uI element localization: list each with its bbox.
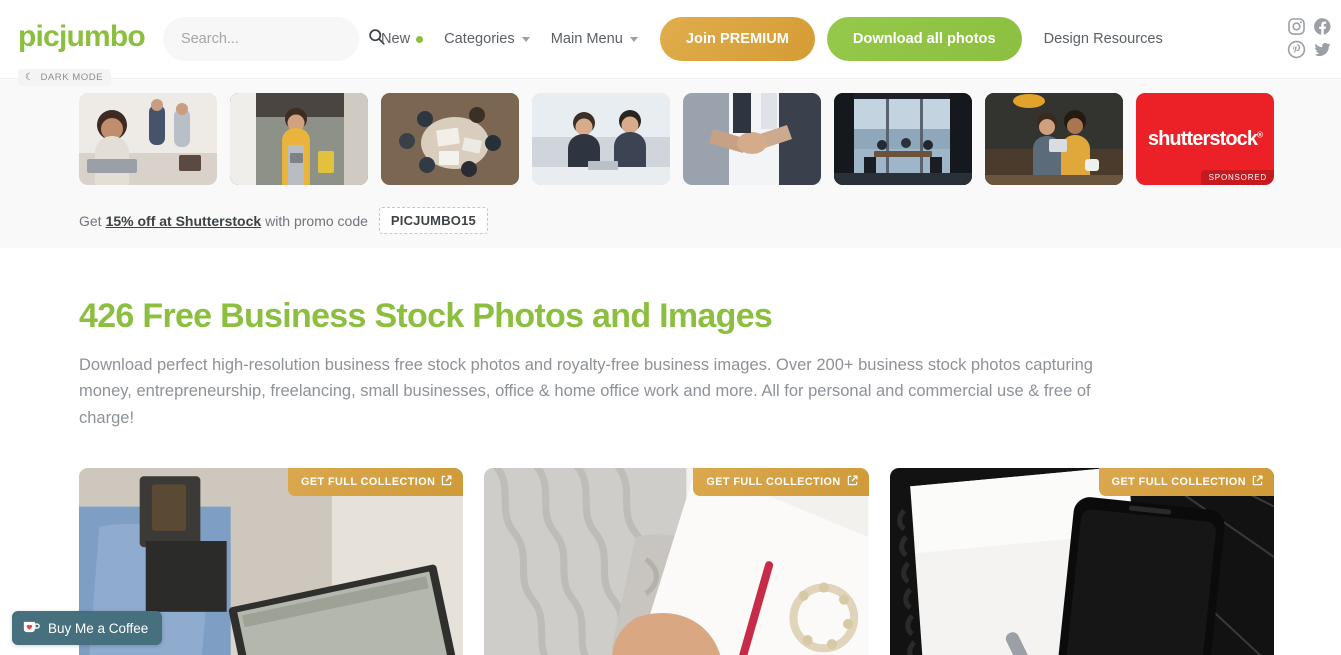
sponsored-thumbnail[interactable]	[532, 93, 670, 185]
photo-card[interactable]: GET FULL COLLECTION	[484, 467, 869, 655]
buy-me-a-coffee-widget[interactable]: Buy Me a Coffee	[12, 611, 163, 645]
sponsored-thumbnail[interactable]	[985, 93, 1123, 185]
photo-card[interactable]: GET FULL COLLECTION	[889, 467, 1274, 655]
thumbnail-image	[985, 93, 1123, 185]
collection-badge-label: GET FULL COLLECTION	[706, 475, 841, 488]
download-all-photos-button[interactable]: Download all photos	[826, 17, 1022, 61]
nav-item-new[interactable]: New	[380, 31, 424, 47]
nav-item-new-label: New	[380, 31, 411, 47]
promo-text: Get 15% off at Shutterstock with promo c…	[0, 207, 1341, 234]
sponsored-strip: shutterstock® SPONSORED Get 15% off at S…	[0, 78, 1341, 248]
new-badge-dot-icon	[416, 35, 424, 43]
shutterstock-sponsor-tile[interactable]: shutterstock® SPONSORED	[1136, 93, 1274, 185]
thumbnail-image	[683, 93, 821, 185]
nav-item-main-menu[interactable]: Main Menu	[551, 31, 638, 47]
external-link-icon	[847, 475, 858, 489]
buy-me-a-coffee-label: Buy Me a Coffee	[48, 620, 149, 636]
facebook-icon[interactable]	[1313, 17, 1332, 36]
sponsored-thumbnail[interactable]	[79, 93, 217, 185]
nav-item-main-menu-label: Main Menu	[550, 31, 623, 47]
main-content: 426 Free Business Stock Photos and Image…	[0, 248, 1341, 655]
sponsored-thumbnail[interactable]	[683, 93, 821, 185]
search-input[interactable]	[180, 31, 368, 47]
site-header: picjumbo New Categories Main Menu Join P…	[0, 0, 1341, 86]
design-resources-link[interactable]: Design Resources	[1044, 31, 1163, 47]
thumbnail-image	[381, 93, 519, 185]
sponsored-thumbnail[interactable]	[381, 93, 519, 185]
photo-image	[889, 467, 1274, 655]
social-links	[1287, 17, 1335, 59]
pinterest-icon[interactable]	[1287, 40, 1306, 59]
external-link-icon	[1252, 475, 1263, 489]
thumbnail-image	[532, 93, 670, 185]
chevron-down-icon	[521, 36, 530, 42]
photo-grid: GET FULL COLLECTION GET FULL COLLECTION …	[0, 467, 1341, 655]
thumbnail-image	[230, 93, 368, 185]
page-title: 426 Free Business Stock Photos and Image…	[79, 297, 773, 335]
get-full-collection-badge[interactable]: GET FULL COLLECTION	[693, 467, 869, 496]
moon-icon: ☾	[25, 71, 35, 83]
shutterstock-logo: shutterstock®	[1147, 128, 1263, 150]
collection-badge-label: GET FULL COLLECTION	[1111, 475, 1246, 488]
sponsored-thumbnail[interactable]	[230, 93, 368, 185]
chevron-down-icon	[629, 36, 638, 42]
get-full-collection-badge[interactable]: GET FULL COLLECTION	[1098, 467, 1274, 496]
instagram-icon[interactable]	[1287, 17, 1306, 36]
main-nav: New Categories Main Menu	[381, 31, 638, 47]
promo-prefix: Get	[79, 212, 102, 229]
nav-item-categories-label: Categories	[444, 31, 515, 47]
dark-mode-toggle[interactable]: ☾ DARK MODE	[18, 69, 112, 86]
sponsored-thumbnail-list: shutterstock® SPONSORED	[0, 93, 1341, 185]
site-logo[interactable]: picjumbo	[18, 22, 146, 56]
thumbnail-image	[834, 93, 972, 185]
external-link-icon	[441, 475, 452, 489]
thumbnail-image	[79, 93, 217, 185]
twitter-icon[interactable]	[1313, 40, 1332, 59]
promo-middle: with promo code	[265, 212, 368, 229]
coffee-cup-icon	[23, 620, 40, 637]
nav-item-categories[interactable]: Categories	[444, 31, 530, 47]
sponsored-thumbnail[interactable]	[834, 93, 972, 185]
dark-mode-label: DARK MODE	[40, 72, 104, 83]
sponsored-label: SPONSORED	[1200, 170, 1274, 185]
join-premium-button[interactable]: Join PREMIUM	[659, 17, 815, 61]
shutterstock-discount-link[interactable]: 15% off at Shutterstock	[106, 213, 262, 229]
search-box[interactable]	[162, 17, 385, 61]
page-description: Download perfect high-resolution busines…	[79, 356, 1093, 427]
promo-code-badge[interactable]: PICJUMBO15	[378, 207, 488, 234]
collection-badge-label: GET FULL COLLECTION	[301, 475, 436, 488]
get-full-collection-badge[interactable]: GET FULL COLLECTION	[288, 467, 464, 496]
photo-image	[484, 467, 869, 655]
